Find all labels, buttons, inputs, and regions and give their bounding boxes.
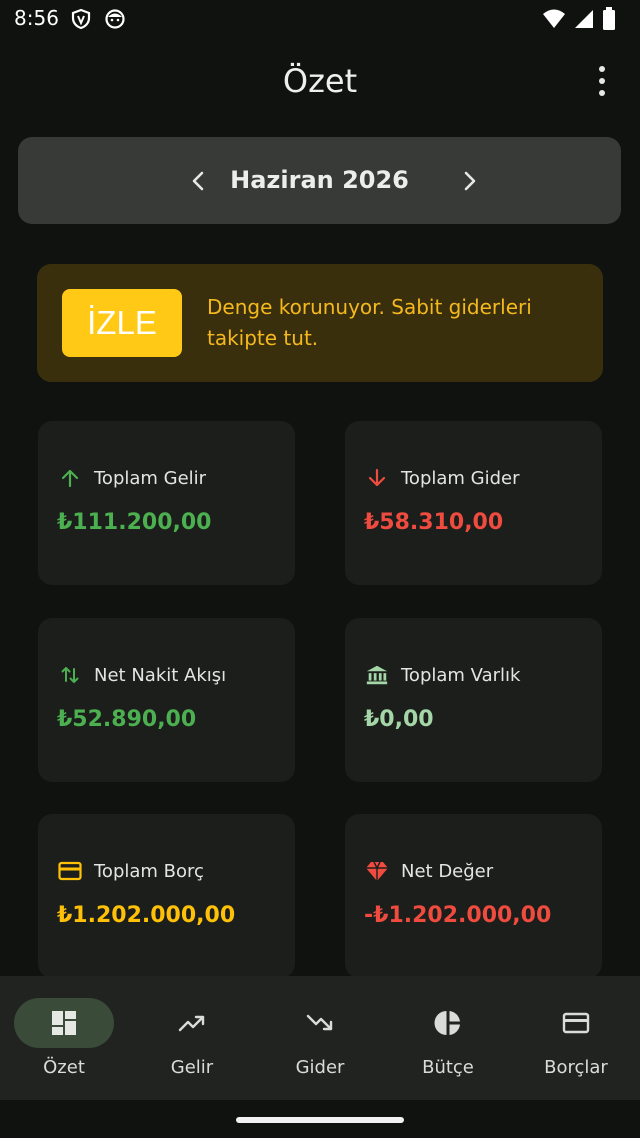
page-title: Özet	[282, 62, 358, 100]
status-alert: İZLE Denge korunuyor. Sabit giderleri ta…	[37, 264, 603, 382]
credit-card-icon	[58, 859, 82, 883]
nav-item-butce[interactable]: Bütçe	[384, 976, 512, 1100]
app-bar: Özet	[0, 42, 640, 122]
status-time: 8:56	[14, 6, 59, 30]
expense-value: ₺58.310,00	[364, 510, 504, 535]
credit-card-icon	[562, 1012, 590, 1034]
nav-item-borclar[interactable]: Borçlar	[512, 976, 640, 1100]
net-worth-value: -₺1.202.000,00	[364, 903, 552, 928]
battery-icon	[603, 7, 615, 30]
status-badge: İZLE	[62, 289, 182, 357]
status-bar: 8:56	[0, 0, 640, 38]
dashboard-icon	[52, 1011, 76, 1035]
nav-label-gelir: Gelir	[170, 1057, 214, 1078]
bank-icon	[365, 663, 389, 687]
net-cash-flow-card[interactable]: Net Nakit Akışı ₺52.890,00	[38, 618, 295, 782]
wifi-icon	[543, 9, 565, 28]
home-indicator[interactable]	[236, 1117, 404, 1123]
net-cash-flow-value: ₺52.890,00	[57, 707, 197, 732]
debt-label: Toplam Borç	[94, 860, 204, 882]
income-value: ₺111.200,00	[57, 510, 212, 535]
nav-item-gider[interactable]: Gider	[256, 976, 384, 1100]
month-label: Haziran 2026	[230, 166, 409, 194]
expense-card[interactable]: Toplam Gider ₺58.310,00	[345, 421, 602, 585]
nav-label-ozet: Özet	[43, 1057, 85, 1078]
income-label: Toplam Gelir	[94, 467, 207, 489]
debt-value: ₺1.202.000,00	[57, 903, 236, 928]
shield-icon	[71, 8, 91, 30]
expense-label: Toplam Gider	[401, 467, 520, 489]
month-selector: Haziran 2026	[18, 137, 621, 224]
debt-card[interactable]: Toplam Borç ₺1.202.000,00	[38, 814, 295, 978]
assets-value: ₺0,00	[364, 707, 434, 732]
face-icon	[105, 9, 125, 29]
net-cash-flow-label: Net Nakit Akışı	[94, 664, 227, 686]
bottom-nav: Özet Gelir Gider Bütçe Borçlar	[0, 976, 640, 1100]
assets-label: Toplam Varlık	[401, 664, 521, 686]
income-card[interactable]: Toplam Gelir ₺111.200,00	[38, 421, 295, 585]
alert-message: Denge korunuyor. Sabit giderleri takipte…	[207, 295, 532, 350]
status-icons	[542, 7, 616, 31]
pie-chart-icon	[434, 1011, 460, 1035]
nav-item-gelir[interactable]: Gelir	[128, 976, 256, 1100]
arrow-up-icon	[58, 466, 82, 490]
trending-down-icon	[306, 1014, 333, 1031]
assets-card[interactable]: Toplam Varlık ₺0,00	[345, 618, 602, 782]
net-worth-card[interactable]: Net Değer -₺1.202.000,00	[345, 814, 602, 978]
nav-label-gider: Gider	[295, 1057, 345, 1078]
diamond-icon	[365, 859, 389, 883]
more-vertical-icon[interactable]	[590, 66, 614, 96]
arrow-down-icon	[365, 466, 389, 490]
nav-label-borclar: Borçlar	[544, 1057, 608, 1078]
swap-vertical-icon	[58, 663, 82, 687]
app-screen: 8:56 Özet Haziran 2026 İZLE Denge korunu…	[0, 0, 640, 1138]
trending-up-icon	[178, 1015, 205, 1032]
nav-item-ozet[interactable]: Özet	[0, 976, 128, 1100]
chevron-right-icon[interactable]	[452, 164, 486, 198]
net-worth-label: Net Değer	[401, 860, 494, 882]
nav-label-butce: Bütçe	[422, 1057, 474, 1078]
cellular-icon	[575, 10, 593, 28]
